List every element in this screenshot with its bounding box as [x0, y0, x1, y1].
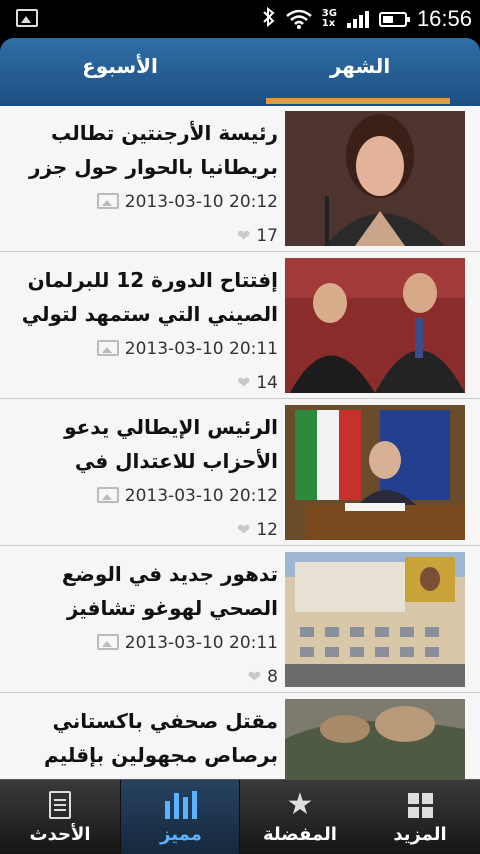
article-title[interactable]: رئيسة الأرجنتين تطالب بريطانيا بالحوار ح…: [8, 116, 278, 184]
tab-indicator: [266, 98, 450, 104]
likes-value: 17: [256, 226, 278, 246]
article-date: 2013-03-10 20:12: [124, 486, 278, 506]
article-thumbnail: [285, 258, 465, 393]
nav-more[interactable]: المزيد: [360, 780, 480, 854]
likes-value: 14: [256, 373, 278, 393]
article-list[interactable]: رئيسة الأرجنتين تطالب بريطانيا بالحوار ح…: [0, 106, 480, 779]
network-type: 3G 1x: [322, 9, 337, 29]
list-item[interactable]: إفتتاح الدورة 12 للبرلمان الصيني التي ست…: [0, 253, 480, 399]
image-icon: [96, 340, 119, 356]
likes-value: 8: [267, 667, 278, 687]
clock: 16:56: [416, 6, 472, 31]
article-thumbnail: [285, 405, 465, 540]
nav-featured[interactable]: مميز: [120, 780, 240, 854]
tab-month[interactable]: الشهر: [240, 38, 480, 106]
list-item[interactable]: مقتل صحفي باكستاني برصاص مجهولين بإقليم: [0, 694, 480, 779]
article-title[interactable]: الرئيس الإيطالي يدعو الأحزاب للاعتدال في: [8, 410, 278, 478]
article-title[interactable]: تدهور جديد في الوضع الصحي لهوغو تشافيز: [8, 557, 278, 625]
heart-icon: ❤: [247, 667, 262, 686]
article-meta: 2013-03-10 20:11: [78, 339, 278, 359]
likes-value: 12: [256, 520, 278, 540]
status-icons: 3G 1x 16:56: [262, 0, 472, 38]
like-count: ❤ 17: [237, 226, 278, 246]
article-title[interactable]: إفتتاح الدورة 12 للبرلمان الصيني التي ست…: [8, 263, 278, 331]
battery-icon: [378, 11, 410, 27]
like-count: ❤ 14: [237, 373, 278, 393]
status-bar: 3G 1x 16:56: [0, 0, 480, 38]
heart-icon: ❤: [236, 373, 251, 392]
image-icon: [96, 193, 119, 209]
tab-week[interactable]: الأسبوع: [0, 38, 240, 106]
bars-icon: [121, 790, 241, 820]
heart-icon: ❤: [236, 226, 251, 245]
list-item[interactable]: رئيسة الأرجنتين تطالب بريطانيا بالحوار ح…: [0, 106, 480, 252]
heart-icon: ❤: [236, 520, 251, 539]
article-thumbnail: [285, 111, 465, 246]
tab-bar: الشهر الأسبوع: [0, 38, 480, 106]
article-meta: 2013-03-10 20:12: [78, 486, 278, 506]
nav-favorites[interactable]: ★ المفضلة: [240, 780, 360, 854]
nav-latest-label: الأحدث: [29, 824, 91, 845]
article-date: 2013-03-10 20:11: [124, 633, 278, 653]
document-icon: [0, 790, 120, 820]
nav-favorites-label: المفضلة: [263, 824, 337, 845]
list-item[interactable]: الرئيس الإيطالي يدعو الأحزاب للاعتدال في…: [0, 400, 480, 546]
nav-featured-label: مميز: [160, 824, 202, 845]
star-icon: ★: [286, 787, 314, 822]
article-meta: 2013-03-10 20:11: [78, 633, 278, 653]
bottom-nav: المزيد ★ المفضلة مميز الأحدث: [0, 779, 480, 854]
nav-latest[interactable]: الأحدث: [0, 780, 120, 854]
like-count: ❤ 12: [237, 520, 278, 540]
bluetooth-icon: [262, 6, 276, 33]
nav-more-label: المزيد: [393, 824, 447, 845]
image-icon: [96, 487, 119, 503]
network-sub-label: 1x: [321, 18, 336, 29]
article-thumbnail: [285, 552, 465, 687]
image-notification-icon: [16, 9, 38, 27]
wifi-icon: [285, 9, 312, 29]
grid-icon: [360, 790, 480, 820]
article-date: 2013-03-10 20:12: [124, 192, 278, 212]
article-title[interactable]: مقتل صحفي باكستاني برصاص مجهولين بإقليم: [8, 704, 278, 772]
image-icon: [96, 634, 119, 650]
article-meta: 2013-03-10 20:12: [78, 192, 278, 212]
list-item[interactable]: تدهور جديد في الوضع الصحي لهوغو تشافيز 2…: [0, 547, 480, 693]
like-count: ❤ 8: [248, 667, 278, 687]
article-thumbnail: [285, 699, 465, 779]
signal-icon: [346, 10, 369, 28]
article-date: 2013-03-10 20:11: [124, 339, 278, 359]
